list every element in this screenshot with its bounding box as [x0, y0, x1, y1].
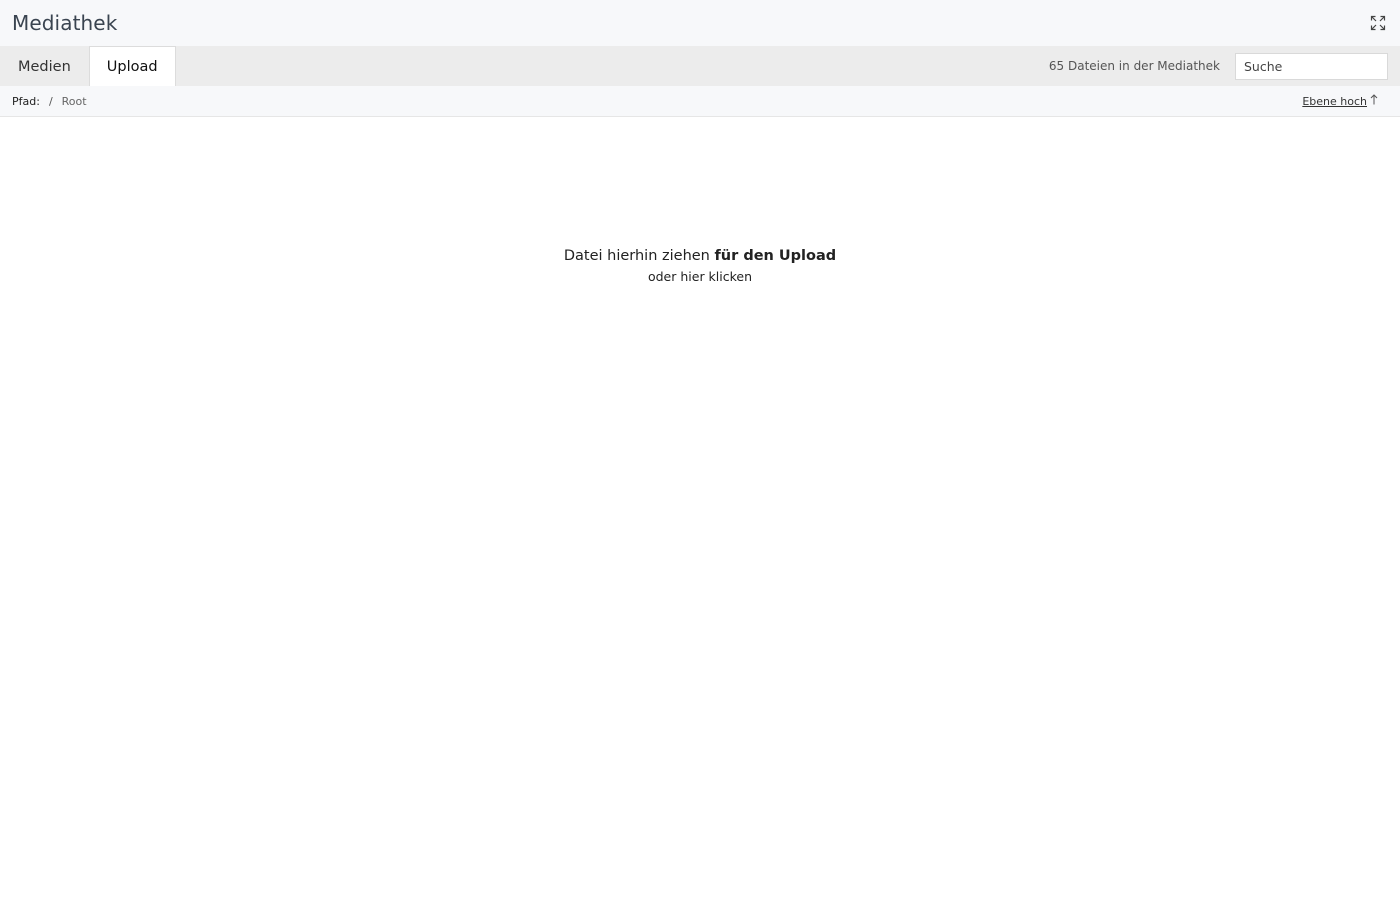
level-up-link[interactable]: Ebene hoch: [1302, 94, 1378, 108]
breadcrumb: Pfad: / Root: [12, 95, 87, 108]
tab-upload[interactable]: Upload: [88, 46, 176, 86]
dropzone-primary-text: Datei hierhin ziehen für den Upload: [0, 248, 1400, 264]
path-separator: /: [48, 94, 53, 108]
dropzone-text: Datei hierhin ziehen für den Upload oder…: [0, 248, 1400, 284]
media-library-window: Mediathek Medien Upload 65 Dateien in de…: [0, 0, 1400, 900]
header: Mediathek: [0, 0, 1400, 46]
tab-bar: Medien Upload 65 Dateien in der Mediathe…: [0, 46, 1400, 86]
file-count-label: 65 Dateien in der Mediathek: [1048, 59, 1220, 73]
dropzone-secondary-text: oder hier klicken: [647, 269, 753, 284]
upload-dropzone[interactable]: Datei hierhin ziehen für den Upload oder…: [0, 118, 1400, 900]
tab-medien[interactable]: Medien: [0, 46, 89, 86]
arrow-up-icon: [1370, 94, 1378, 108]
page-title: Mediathek: [12, 11, 118, 35]
path-label: Pfad:: [12, 94, 40, 108]
dropzone-text-bold: für den Upload: [714, 248, 837, 264]
tabs: Medien Upload: [0, 46, 176, 86]
level-up-label: Ebene hoch: [1302, 94, 1367, 108]
search-input[interactable]: [1235, 52, 1388, 80]
breadcrumb-root[interactable]: Root: [62, 95, 87, 108]
expand-icon[interactable]: [1368, 13, 1388, 33]
path-bar: Pfad: / Root Ebene hoch: [0, 86, 1400, 117]
dropzone-text-regular: Datei hierhin ziehen: [563, 248, 715, 264]
toolbar-right: 65 Dateien in der Mediathek: [1049, 46, 1400, 86]
